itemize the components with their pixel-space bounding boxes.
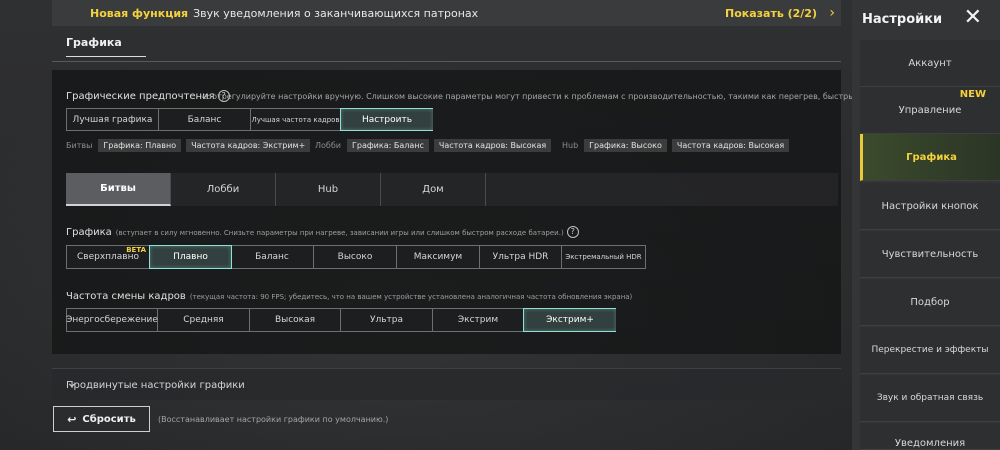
summary-chip: Графика: Баланс: [346, 139, 429, 152]
graphics-option-extreme-hdr[interactable]: Экстремальный HDR: [562, 246, 645, 268]
sidebar-item-label: Графика: [906, 151, 957, 163]
pref-option-best-fps[interactable]: Лучшая частота кадров: [251, 109, 341, 130]
graphics-row-title: Графика (вступает в силу мгновенно. Снизь…: [66, 226, 579, 238]
summary-label: Битвы: [66, 141, 93, 150]
section-header: Графика: [52, 26, 841, 62]
graphics-option-ultra-hdr[interactable]: Ультра HDR: [480, 246, 562, 268]
fps-option-power-saving[interactable]: Энергосбережение: [66, 309, 158, 331]
graphics-option-smooth[interactable]: Плавно: [149, 245, 232, 269]
sidebar-item-notifications[interactable]: Уведомления: [860, 423, 1000, 450]
sidebar-item-matchmaking[interactable]: Подбор: [860, 279, 1000, 326]
tab-hub[interactable]: Hub: [276, 173, 381, 206]
reset-note: (Восстанавливает настройки графики по ум…: [158, 415, 389, 424]
beta-badge: BETA: [126, 246, 146, 254]
mode-tabs: Битвы Лобби Hub Дом: [66, 173, 838, 206]
section-underline: [66, 56, 146, 57]
summary-chip: Графика: Высоко: [584, 139, 667, 152]
pref-option-custom[interactable]: Настроить: [340, 108, 433, 131]
sidebar-item-graphics[interactable]: Графика: [860, 134, 1000, 181]
advanced-settings-row[interactable]: Продвинутые настройки графики ⌄: [52, 368, 841, 400]
graphics-selector: Сверхплавно BETA Плавно Баланс Высоко Ма…: [66, 245, 646, 269]
framerate-row-title: Частота смены кадров (текущая частота: 90…: [66, 291, 632, 302]
sidebar-item-label: Настройки кнопок: [881, 200, 979, 212]
fps-option-extreme[interactable]: Экстрим: [433, 309, 524, 331]
summary-label: Hub: [562, 141, 579, 150]
graphics-option-balance[interactable]: Баланс: [231, 246, 314, 268]
sidebar-item-sensitivity[interactable]: Чувствительность: [860, 231, 1000, 278]
tab-home[interactable]: Дом: [381, 173, 486, 206]
graphics-panel: Графические предпочтения? е: отрегулируй…: [52, 70, 929, 354]
sidebar-item-button-settings[interactable]: Настройки кнопок: [860, 183, 1000, 230]
settings-sidebar: Настройки ✕ Аккаунт Управление NEW Графи…: [852, 0, 1000, 450]
framerate-title: Частота смены кадров: [66, 291, 186, 302]
help-icon[interactable]: ?: [566, 226, 579, 238]
summary-chip: Частота кадров: Высокая: [433, 139, 552, 152]
preferences-title-text: Графические предпочтения: [66, 91, 215, 102]
fps-option-extreme-plus[interactable]: Экстрим+: [523, 308, 616, 332]
new-badge: NEW: [959, 89, 986, 100]
fps-option-ultra[interactable]: Ультра: [341, 309, 433, 331]
notification-bar[interactable]: Новая функция Звук уведомления о заканчи…: [52, 0, 841, 26]
sidebar-item-label: Подбор: [910, 296, 950, 308]
tab-battles[interactable]: Битвы: [66, 173, 171, 206]
sidebar-item-label: Звук и обратная связь: [876, 393, 984, 403]
sidebar-item-label: Аккаунт: [908, 57, 952, 69]
sidebar-item-label: Управление: [898, 104, 962, 116]
preferences-selector: Лучшая графика Баланс Лучшая частота кад…: [66, 108, 433, 131]
sidebar-item-sound-feedback[interactable]: Звук и обратная связь: [860, 375, 1000, 422]
sidebar-item-account[interactable]: Аккаунт: [860, 40, 1000, 87]
sidebar-item-crosshair-effects[interactable]: Перекрестие и эффекты: [860, 327, 1000, 374]
summary-lobby: Лобби Графика: Баланс Частота кадров: Вы…: [315, 139, 556, 152]
framerate-selector: Энергосбережение Средняя Высокая Ультра …: [66, 308, 616, 332]
sidebar-item-controls[interactable]: Управление NEW: [860, 87, 1000, 134]
summary-chip: Графика: Плавно: [98, 139, 182, 152]
close-icon[interactable]: ✕: [964, 6, 982, 30]
pref-option-balance[interactable]: Баланс: [159, 109, 251, 130]
notification-show-button[interactable]: Показать (2/2): [725, 7, 817, 20]
fps-option-high[interactable]: Высокая: [250, 309, 341, 331]
tab-spacer: [486, 173, 838, 206]
pref-option-best-graphics[interactable]: Лучшая графика: [67, 109, 159, 130]
reset-label: Сбросить: [82, 413, 136, 425]
preferences-hint: е: отрегулируйте настройки вручную. Слиш…: [202, 92, 930, 101]
chevron-down-icon[interactable]: ⌄: [66, 375, 821, 391]
summary-hub: Hub Графика: Высоко Частота кадров: Высо…: [562, 139, 794, 152]
summary-battles: Битвы Графика: Плавно Частота кадров: Эк…: [66, 139, 315, 152]
tab-lobby[interactable]: Лобби: [171, 173, 276, 206]
fps-option-medium[interactable]: Средняя: [158, 309, 250, 331]
summary-label: Лобби: [315, 141, 341, 150]
framerate-hint: (текущая частота: 90 FPS; убедитесь, что…: [189, 293, 633, 301]
notification-highlight: Новая функция: [90, 6, 189, 20]
section-title: Графика: [66, 36, 122, 49]
sidebar-item-label: Чувствительность: [881, 248, 979, 260]
reset-icon: ↩: [67, 412, 77, 426]
sidebar-item-label: Перекрестие и эффекты: [871, 345, 989, 355]
graphics-option-max[interactable]: Максимум: [397, 246, 480, 268]
graphics-option-high[interactable]: Высоко: [314, 246, 397, 268]
sidebar-item-label: Уведомления: [894, 438, 966, 449]
graphics-title: Графика: [66, 227, 112, 238]
graphics-hint: (вступает в силу мгновенно. Снизьте пара…: [115, 229, 564, 237]
reset-button[interactable]: ↩ Сбросить: [53, 406, 150, 432]
sidebar-title: Настройки: [862, 12, 943, 27]
chevron-right-icon[interactable]: ›: [829, 5, 835, 21]
graphics-option-ultra-smooth[interactable]: Сверхплавно BETA: [67, 246, 150, 268]
summary-chip: Частота кадров: Высокая: [671, 139, 790, 152]
summary-chip: Частота кадров: Экстрим+: [186, 139, 311, 152]
notification-text: Звук уведомления о заканчивающихся патро…: [193, 6, 479, 20]
